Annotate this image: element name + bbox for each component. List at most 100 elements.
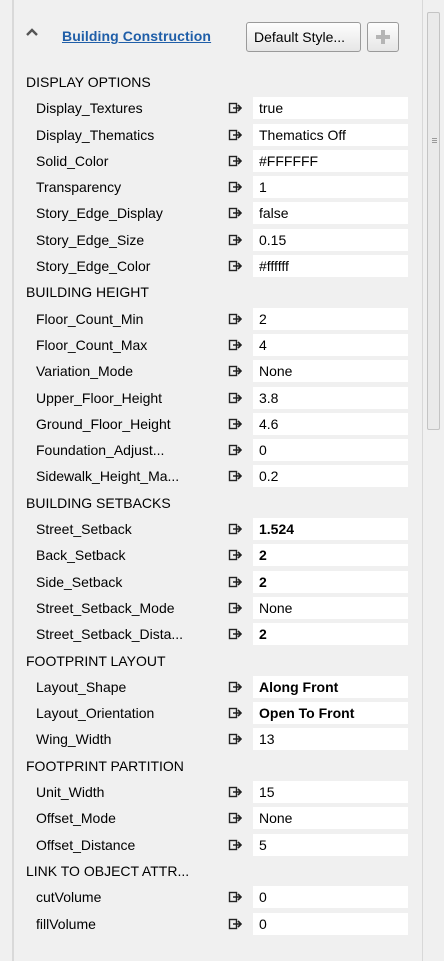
attribute-value-field[interactable]: 13: [253, 728, 408, 751]
attribute-name: Story_Edge_Color: [36, 258, 151, 275]
attribute-value-field[interactable]: 1: [253, 176, 408, 199]
attribute-row: Floor_Count_Max 4: [24, 332, 420, 358]
link-connector-icon[interactable]: [228, 101, 243, 115]
attribute-row: Floor_Count_Min 2: [24, 306, 420, 332]
attribute-name: Story_Edge_Size: [36, 231, 145, 248]
section-title-link[interactable]: Building Construction: [62, 28, 211, 44]
attribute-value-field[interactable]: 0: [253, 912, 408, 935]
attribute-list: DISPLAY OPTIONS Display_Textures true Displ…: [24, 69, 420, 937]
link-connector-icon[interactable]: [228, 785, 243, 799]
scroll-grip-line: [432, 138, 437, 139]
attribute-value-field[interactable]: 5: [253, 833, 408, 856]
attribute-value-field[interactable]: None: [253, 596, 408, 619]
attribute-name: Street_Setback_Dista...: [36, 626, 184, 643]
attribute-value-field[interactable]: 2: [253, 623, 408, 646]
link-connector-icon[interactable]: [228, 417, 243, 431]
attribute-name: Layout_Orientation: [36, 705, 155, 722]
attribute-value-field[interactable]: 2: [253, 307, 408, 330]
attribute-value-field[interactable]: Open To Front: [253, 702, 408, 725]
attribute-row: Street_Setback 1.524: [24, 516, 420, 542]
section-heading: LINK TO OBJECT ATTR...: [26, 862, 190, 879]
attribute-value-field[interactable]: None: [253, 360, 408, 383]
link-connector-icon[interactable]: [228, 917, 243, 931]
attribute-value-field[interactable]: 4: [253, 333, 408, 356]
link-connector-icon[interactable]: [228, 680, 243, 694]
attribute-value-field[interactable]: 2: [253, 544, 408, 567]
attribute-value-field[interactable]: Along Front: [253, 675, 408, 698]
link-connector-icon[interactable]: [228, 443, 243, 457]
attribute-name: Display_Thematics: [36, 126, 155, 143]
link-connector-icon[interactable]: [228, 154, 243, 168]
link-connector-icon[interactable]: [228, 233, 243, 247]
attribute-row: Story_Edge_Size 0.15: [24, 227, 420, 253]
attribute-name: Floor_Count_Min: [36, 310, 144, 327]
attribute-value-field[interactable]: false: [253, 202, 408, 225]
attribute-row: Street_Setback_Mode None: [24, 595, 420, 621]
link-connector-icon[interactable]: [228, 890, 243, 904]
attribute-value-field[interactable]: Thematics Off: [253, 123, 408, 146]
attribute-name: Story_Edge_Display: [36, 205, 163, 222]
attribute-value-field[interactable]: 4.6: [253, 412, 408, 435]
attribute-value-field[interactable]: #ffffff: [253, 255, 408, 278]
link-connector-icon[interactable]: [228, 627, 243, 641]
attribute-name: Transparency: [36, 179, 122, 196]
attribute-name: Street_Setback: [36, 521, 132, 538]
attribute-name: Unit_Width: [36, 784, 105, 801]
attribute-value-field[interactable]: 0: [253, 439, 408, 462]
link-connector-icon[interactable]: [228, 312, 243, 326]
link-connector-icon[interactable]: [228, 601, 243, 615]
link-connector-icon[interactable]: [228, 259, 243, 273]
attribute-name: Solid_Color: [36, 152, 109, 169]
attribute-value-field[interactable]: true: [253, 97, 408, 120]
attribute-value-field[interactable]: 0: [253, 886, 408, 909]
attribute-row: Story_Edge_Display false: [24, 200, 420, 226]
link-connector-icon[interactable]: [228, 469, 243, 483]
attribute-row: Upper_Floor_Height 3.8: [24, 385, 420, 411]
link-connector-icon[interactable]: [228, 811, 243, 825]
link-connector-icon[interactable]: [228, 206, 243, 220]
add-style-button[interactable]: [367, 22, 399, 52]
attribute-name: Sidewalk_Height_Ma...: [36, 468, 180, 485]
style-dropdown-button[interactable]: Default Style...: [246, 22, 361, 52]
attribute-name: Offset_Mode: [36, 810, 116, 827]
link-connector-icon[interactable]: [228, 338, 243, 352]
attribute-row: Ground_Floor_Height 4.6: [24, 411, 420, 437]
chevron-up-icon[interactable]: [24, 24, 40, 40]
attribute-name: Upper_Floor_Height: [36, 389, 163, 406]
section-heading: BUILDING HEIGHT: [26, 284, 149, 301]
attribute-value-field[interactable]: 3.8: [253, 386, 408, 409]
scrollbar-track: [422, 0, 423, 961]
attribute-row: Transparency 1: [24, 174, 420, 200]
link-connector-icon[interactable]: [228, 522, 243, 536]
attribute-value-field[interactable]: 0.2: [253, 465, 408, 488]
attribute-value-field[interactable]: 1.524: [253, 518, 408, 541]
link-connector-icon[interactable]: [228, 180, 243, 194]
attribute-row: Variation_Mode None: [24, 358, 420, 384]
link-connector-icon[interactable]: [228, 391, 243, 405]
attribute-row: Offset_Mode None: [24, 805, 420, 831]
link-connector-icon[interactable]: [228, 838, 243, 852]
link-connector-icon[interactable]: [228, 732, 243, 746]
link-connector-icon[interactable]: [228, 128, 243, 142]
scrollbar-thumb[interactable]: [427, 12, 440, 430]
attribute-row: Side_Setback 2: [24, 569, 420, 595]
attribute-value-field[interactable]: 0.15: [253, 228, 408, 251]
attribute-value-field[interactable]: None: [253, 807, 408, 830]
link-connector-icon[interactable]: [228, 575, 243, 589]
attribute-value-field[interactable]: 2: [253, 570, 408, 593]
attribute-row: Foundation_Adjust... 0: [24, 437, 420, 463]
attribute-row: Display_Textures true: [24, 95, 420, 121]
link-connector-icon[interactable]: [228, 706, 243, 720]
attribute-name: Offset_Distance: [36, 836, 136, 853]
link-connector-icon[interactable]: [228, 364, 243, 378]
attribute-row: Display_Thematics Thematics Off: [24, 122, 420, 148]
attribute-row: Wing_Width 13: [24, 726, 420, 752]
attribute-value-field[interactable]: #FFFFFF: [253, 149, 408, 172]
link-connector-icon[interactable]: [228, 548, 243, 562]
attribute-row: Street_Setback_Dista... 2: [24, 621, 420, 647]
scroll-grip-line: [432, 140, 437, 141]
vertical-scrollbar[interactable]: [422, 0, 444, 961]
attribute-value-field[interactable]: 15: [253, 781, 408, 804]
attribute-name: Floor_Count_Max: [36, 336, 148, 353]
section-heading: BUILDING SETBACKS: [26, 494, 171, 511]
